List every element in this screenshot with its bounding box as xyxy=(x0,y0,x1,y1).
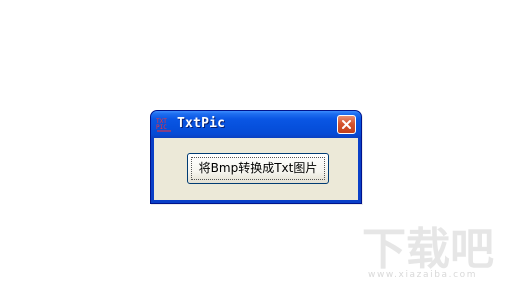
convert-bmp-to-txt-button[interactable]: 将Bmp转换成Txt图片 xyxy=(187,153,329,184)
title-bar[interactable]: TXT PIC TxtPic xyxy=(151,111,361,138)
svg-text:下载吧: 下载吧 xyxy=(362,224,494,270)
close-icon xyxy=(342,120,351,129)
txtpic-window: TXT PIC TxtPic 将Bmp转换成Txt图片 xyxy=(150,110,362,204)
svg-text:PIC: PIC xyxy=(156,124,167,131)
txtpic-app-icon[interactable]: TXT PIC xyxy=(156,117,172,133)
watermark: 下载吧 www.xiazaiba.com xyxy=(362,222,502,284)
watermark-logo: 下载吧 xyxy=(362,224,494,270)
desktop: TXT PIC TxtPic 将Bmp转换成Txt图片 下载吧 www.xiaz… xyxy=(0,0,506,289)
watermark-url: www.xiazaiba.com xyxy=(368,270,478,280)
window-title: TxtPic xyxy=(177,116,226,131)
window-client-area: 将Bmp转换成Txt图片 xyxy=(154,138,358,200)
close-button[interactable] xyxy=(337,115,356,134)
convert-button-label: 将Bmp转换成Txt图片 xyxy=(198,161,318,175)
